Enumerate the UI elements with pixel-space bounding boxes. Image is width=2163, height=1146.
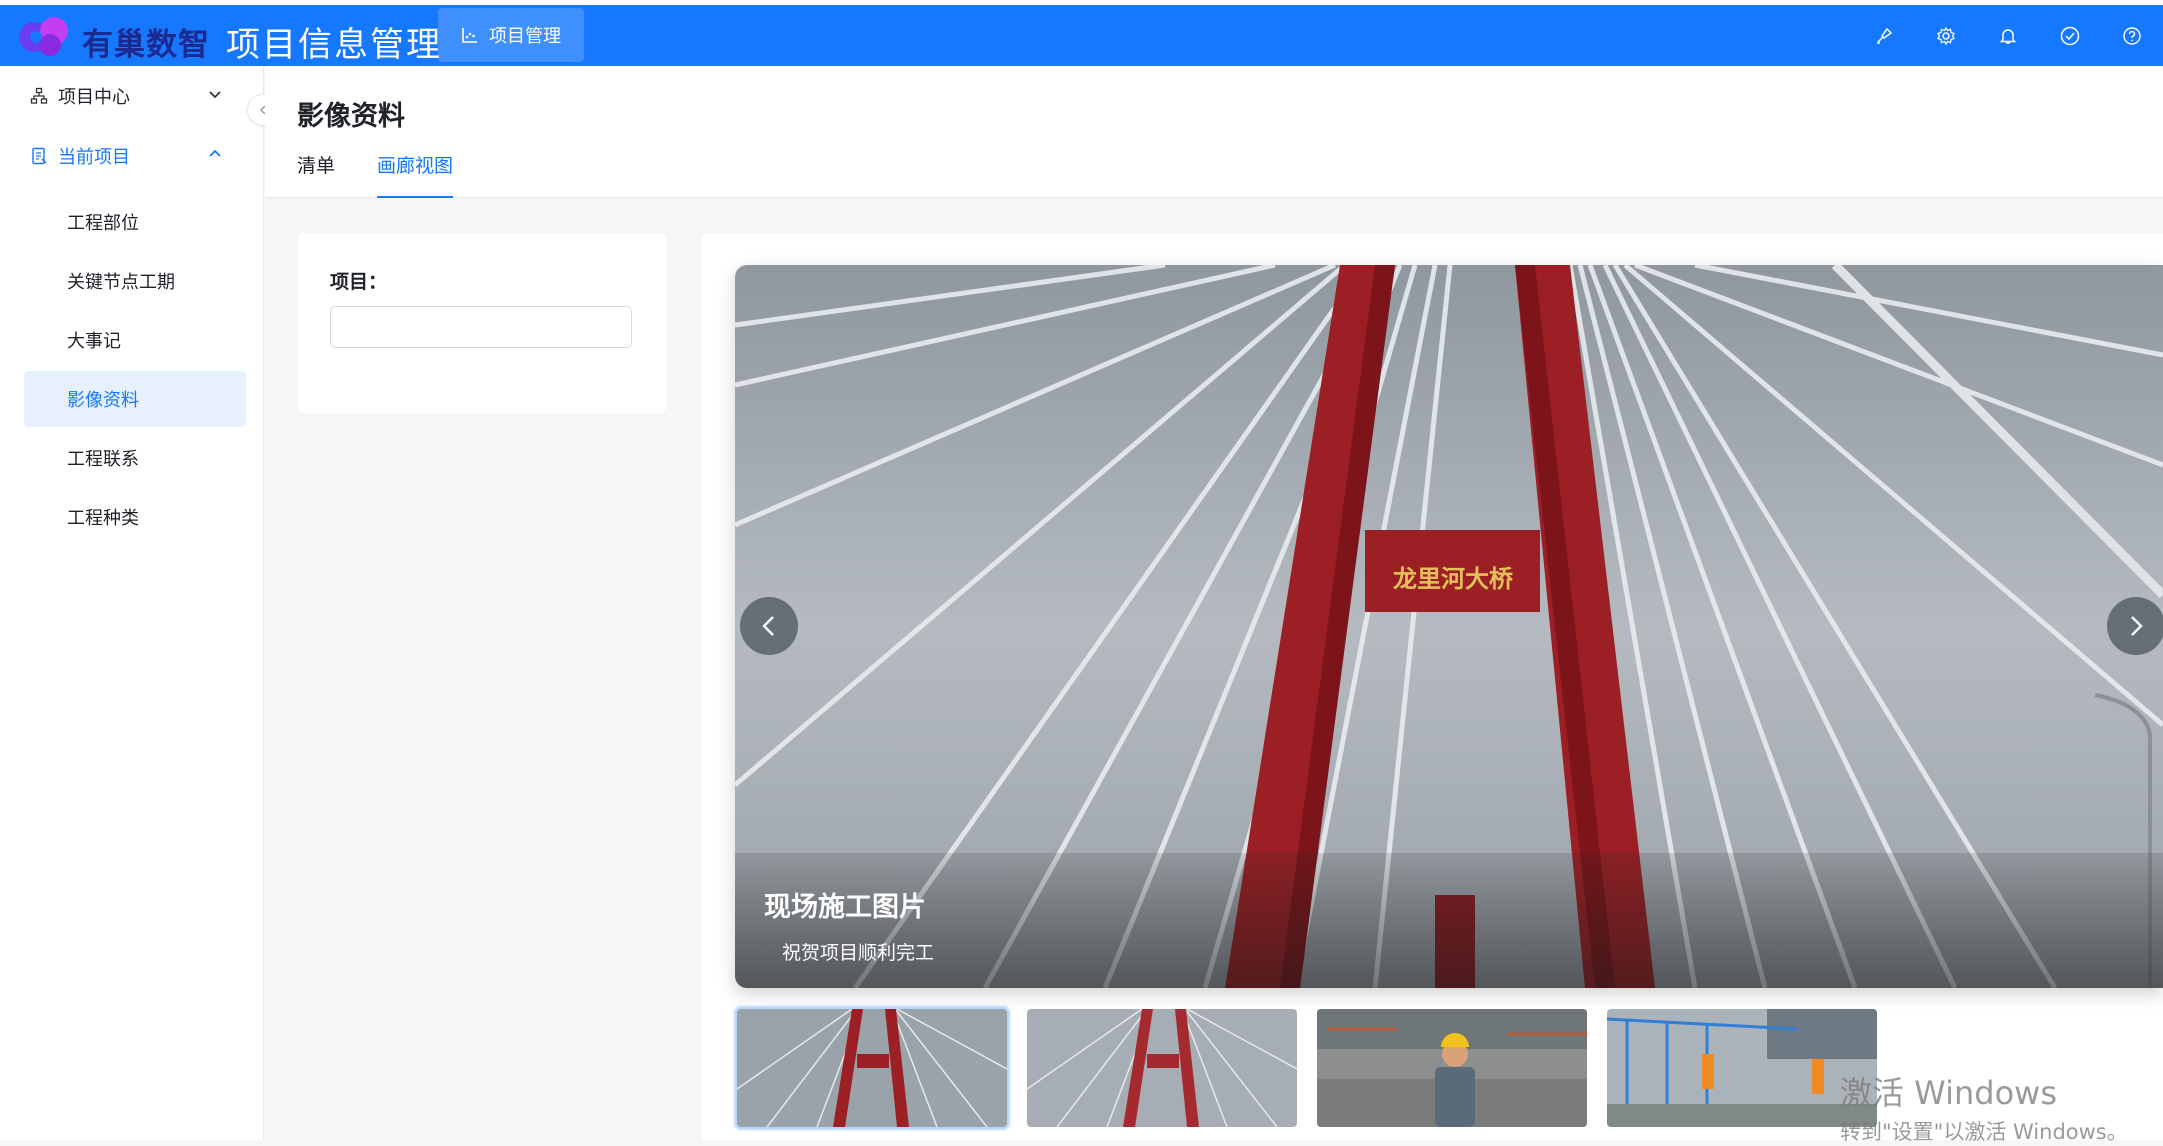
thumbnail-item[interactable] (1025, 1007, 1299, 1129)
caption-overlay (735, 853, 2163, 988)
sidebar: 项目中心 当前项目 工程部位 关键节点工期 大事记 影像资料 工程联系 工程种类 (0, 66, 264, 1140)
sidebar-item-label: 大事记 (67, 331, 121, 352)
gear-icon[interactable] (1915, 16, 1977, 56)
sidebar-item-project-types[interactable]: 工程种类 (24, 489, 246, 545)
sidebar-group-label: 项目中心 (58, 87, 130, 108)
sidebar-item-label: 影像资料 (67, 390, 139, 411)
app-title: 项目信息管理 (226, 25, 442, 65)
bridge-sign-text: 龙里河大桥 (1393, 564, 1514, 593)
watermark-line1: 激活 Windows (1840, 1074, 2058, 1112)
logo-icon (19, 17, 68, 56)
chevron-down-icon (209, 91, 221, 99)
sidebar-item-label: 工程部位 (67, 213, 139, 234)
sidebar-group-label: 当前项目 (58, 147, 130, 168)
thumbnail-item[interactable] (1315, 1007, 1589, 1129)
bell-icon[interactable] (1977, 16, 2039, 56)
carousel-prev-button[interactable] (740, 597, 798, 655)
project-filter-label: 项目： (330, 271, 388, 293)
carousel-next-button[interactable] (2107, 597, 2163, 655)
thumbnail-item[interactable] (735, 1007, 1009, 1129)
carousel-caption-title: 现场施工图片 (764, 892, 926, 923)
sidebar-item-label: 工程联系 (67, 449, 139, 470)
tab-list[interactable]: 清单 (297, 154, 335, 198)
chevron-right-icon (2131, 616, 2143, 636)
sidebar-item-key-milestones[interactable]: 关键节点工期 (24, 253, 246, 309)
view-tabs: 清单 画廊视图 (297, 154, 454, 198)
header-toolbar (1853, 5, 2163, 66)
sidebar-item-image-data[interactable]: 影像资料 (24, 371, 246, 427)
sidebar-item-project-parts[interactable]: 工程部位 (24, 194, 246, 250)
project-filter-input[interactable] (330, 306, 632, 348)
windows-activation-watermark: 激活 Windows 转到"设置"以激活 Windows。 (1840, 1068, 2128, 1146)
chevron-left-icon (762, 616, 774, 636)
top-navigation-bar: 有巢数智 项目信息管理 项目管理 (0, 0, 2163, 66)
page-header: 影像资料 清单 画廊视图 (265, 66, 2163, 198)
sidebar-group-current-project[interactable]: 当前项目 (0, 126, 263, 186)
sidebar-item-major-events[interactable]: 大事记 (24, 312, 246, 368)
help-icon[interactable] (2101, 16, 2163, 56)
sidebar-group-project-center[interactable]: 项目中心 (0, 66, 263, 126)
watermark-line2: 转到"设置"以激活 Windows。 (1840, 1120, 2128, 1144)
sidebar-item-label: 工程种类 (67, 508, 139, 529)
document-icon (32, 147, 47, 165)
brush-icon[interactable] (1853, 16, 1915, 56)
thumbnail-item[interactable] (1605, 1007, 1879, 1129)
page-title: 影像资料 (297, 101, 405, 132)
tab-project-management[interactable]: 项目管理 (438, 8, 584, 62)
image-carousel[interactable]: 龙里河大桥 (735, 265, 2163, 988)
thumbnail-strip (735, 1007, 1879, 1129)
sidebar-item-label: 关键节点工期 (67, 272, 175, 293)
carousel-caption-subtitle: 祝贺项目顺利完工 (782, 942, 935, 964)
check-circle-icon[interactable] (2039, 16, 2101, 56)
tab-gallery-view[interactable]: 画廊视图 (377, 154, 454, 198)
sidebar-item-project-contacts[interactable]: 工程联系 (24, 430, 246, 486)
org-tree-icon (30, 87, 48, 104)
chevron-up-icon (209, 149, 221, 157)
chart-icon (462, 28, 477, 43)
logo-text: 有巢数智 (82, 27, 210, 63)
filter-panel: 项目： (298, 233, 666, 413)
tab-project-management-label: 项目管理 (489, 26, 561, 47)
